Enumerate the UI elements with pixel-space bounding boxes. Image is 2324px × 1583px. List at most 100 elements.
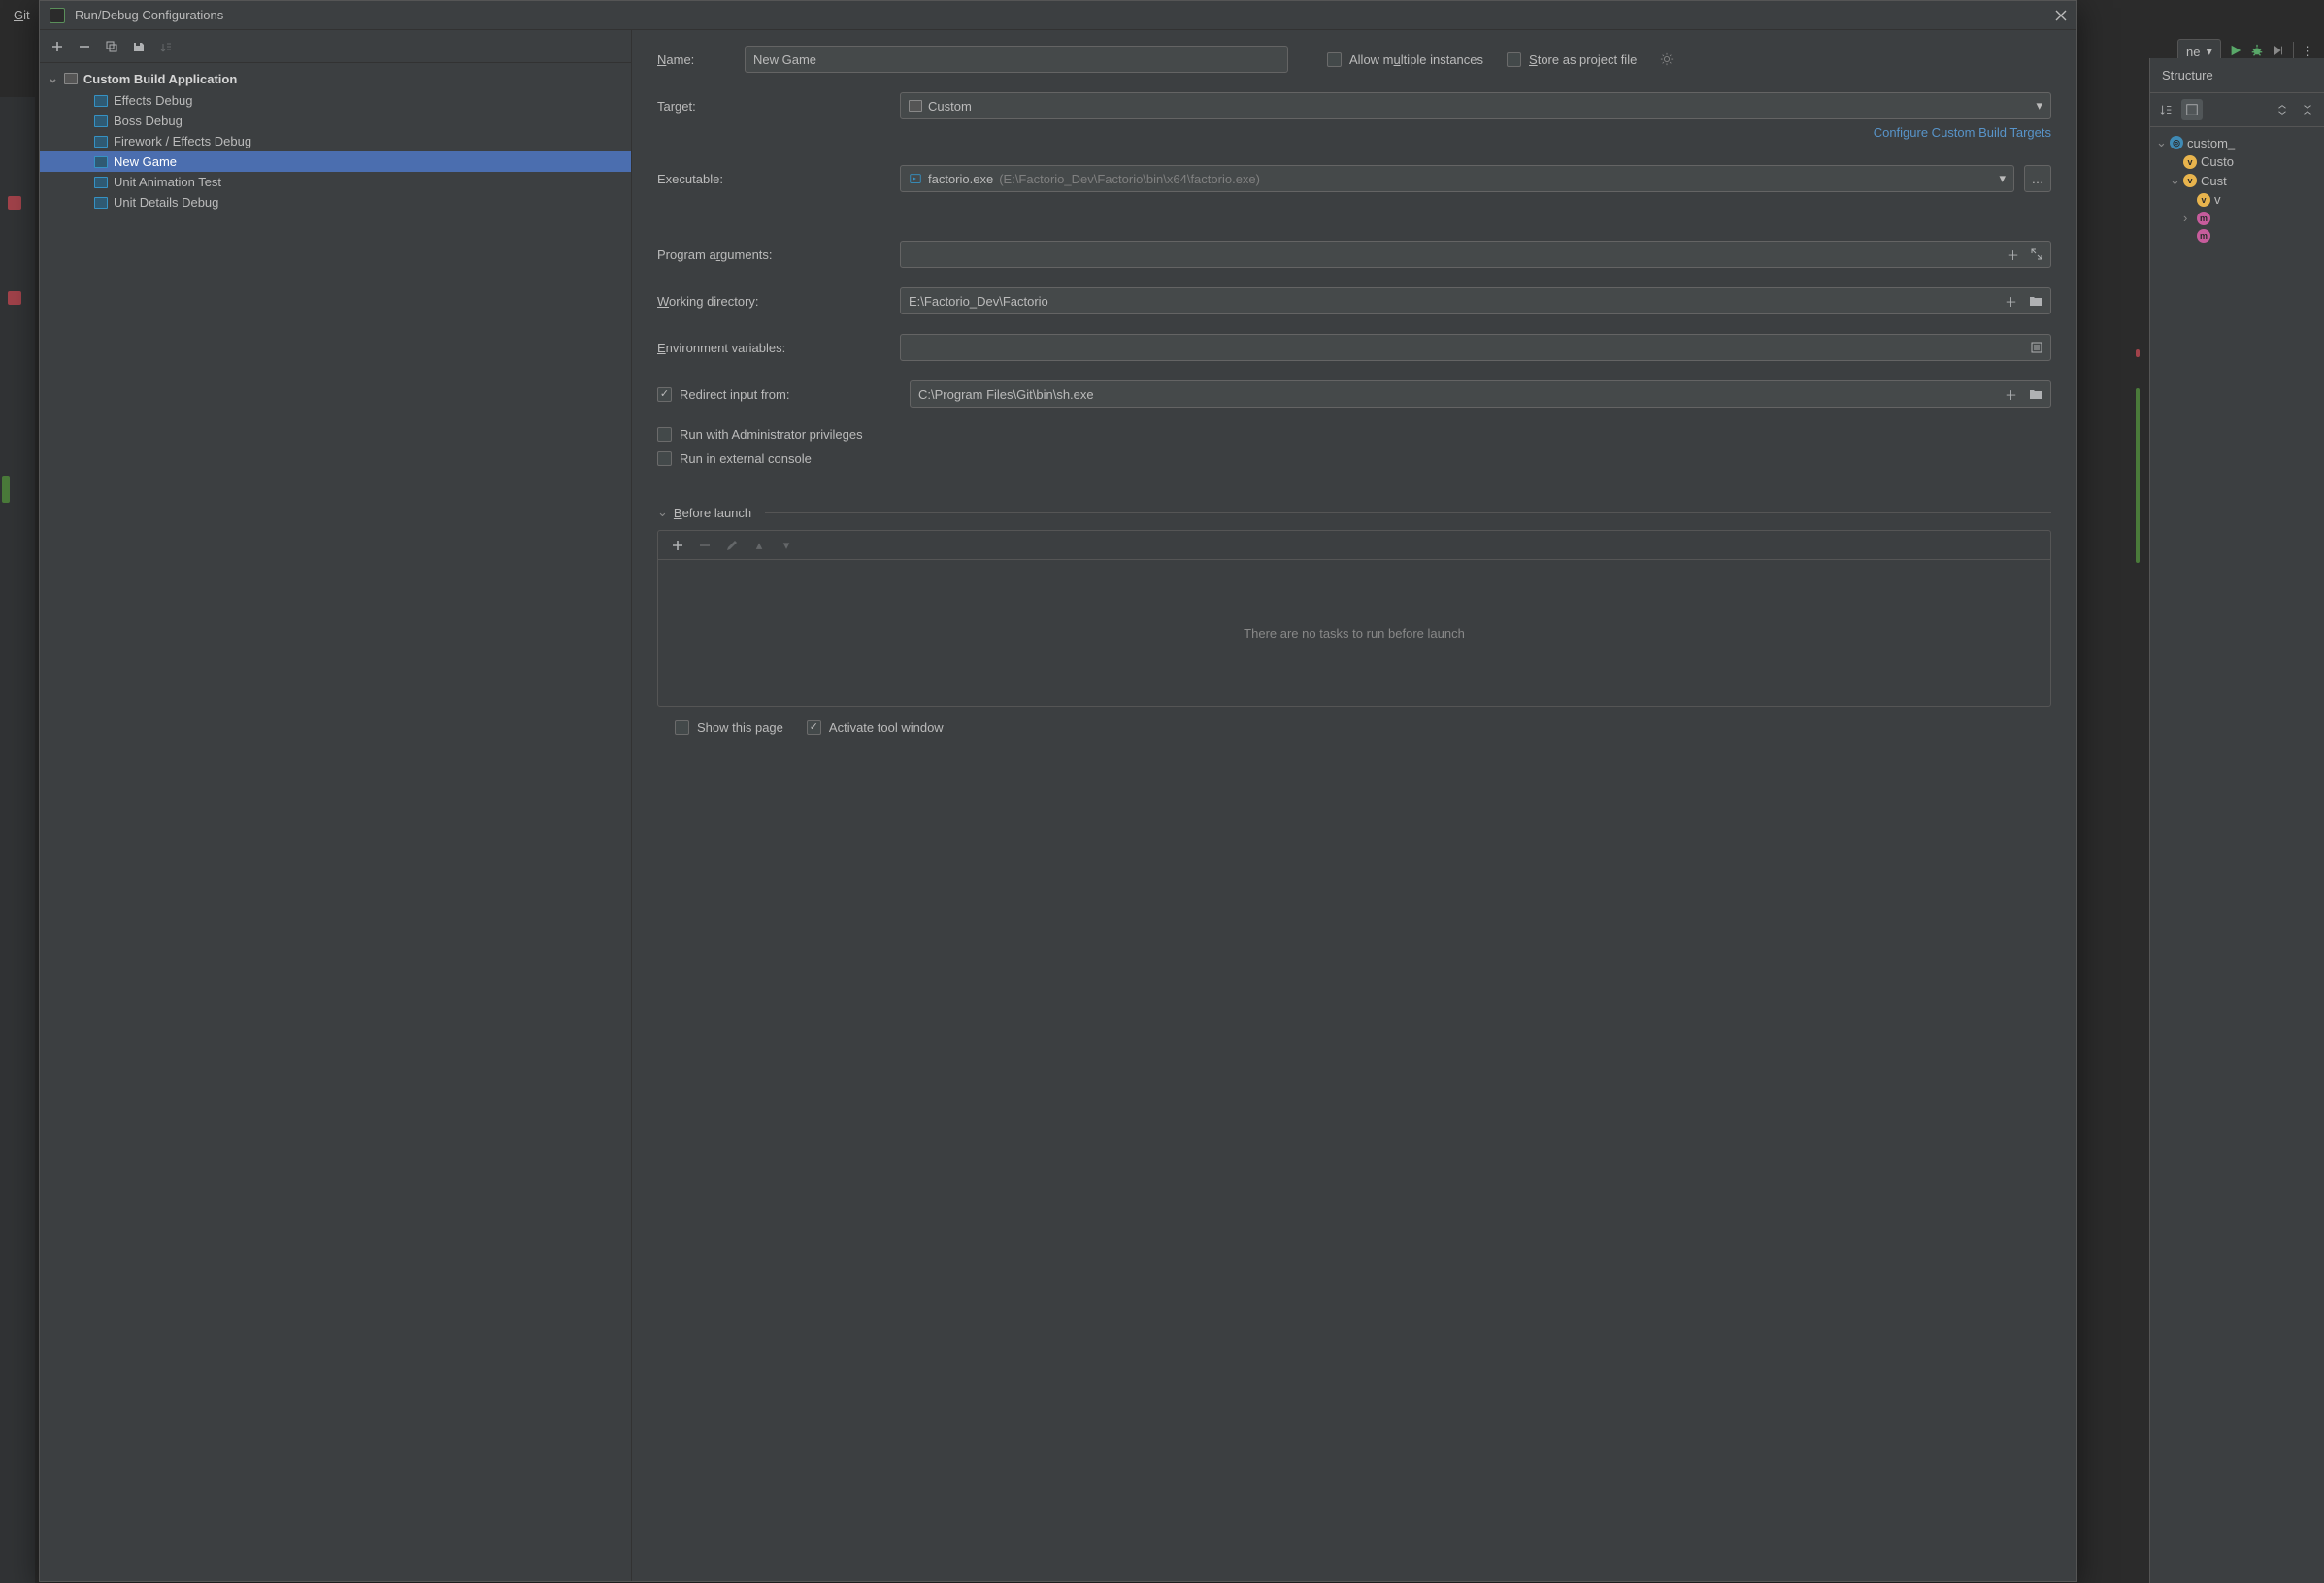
menu-git[interactable]: Git bbox=[8, 8, 36, 22]
args-field[interactable]: ＋ bbox=[900, 241, 2051, 268]
config-tree[interactable]: ⌄ Custom Build Application Effects Debug… bbox=[40, 63, 631, 1581]
expand-field-icon[interactable] bbox=[2031, 248, 2042, 260]
run-debug-config-dialog: Run/Debug Configurations ⌄ Custom Build … bbox=[39, 0, 2077, 1582]
config-icon bbox=[94, 197, 108, 209]
insert-macro-icon[interactable]: ＋ bbox=[2005, 385, 2017, 404]
run-admin-checkbox[interactable]: Run with Administrator privileges bbox=[657, 427, 863, 442]
exe-name: factorio.exe bbox=[928, 172, 993, 186]
structure-node[interactable]: ⌄◎custom_ bbox=[2150, 133, 2324, 152]
configure-targets-link[interactable]: Configure Custom Build Targets bbox=[1874, 125, 2051, 140]
chevron-down-icon[interactable]: ⌄ bbox=[657, 505, 668, 520]
sort-visibility-icon[interactable] bbox=[2181, 99, 2203, 120]
close-icon[interactable] bbox=[2055, 10, 2067, 21]
add-task-icon[interactable] bbox=[668, 536, 687, 555]
redirect-input-checkbox[interactable]: Redirect input from: bbox=[657, 387, 910, 402]
collapse-all-icon[interactable] bbox=[2297, 99, 2318, 120]
redir-input[interactable] bbox=[918, 387, 1993, 402]
args-row: Program arguments: ＋ bbox=[657, 241, 2051, 268]
args-input[interactable] bbox=[909, 247, 1995, 262]
expand-all-icon[interactable] bbox=[2272, 99, 2293, 120]
config-group-label: Custom Build Application bbox=[83, 72, 237, 86]
executable-label: Executable: bbox=[657, 172, 900, 186]
name-input[interactable] bbox=[753, 52, 1279, 67]
run-ext-console-checkbox[interactable]: Run in external console bbox=[657, 451, 812, 466]
config-item[interactable]: Firework / Effects Debug bbox=[40, 131, 631, 151]
target-label: Target: bbox=[657, 99, 900, 114]
editor-minimap-scrollbar[interactable] bbox=[2132, 97, 2145, 1544]
before-launch-header[interactable]: ⌄ Before launch bbox=[657, 505, 2051, 520]
structure-node[interactable]: vv bbox=[2150, 190, 2324, 209]
debug-icon[interactable] bbox=[2250, 44, 2264, 60]
vcs-change-marker bbox=[2, 476, 10, 503]
wd-input[interactable] bbox=[909, 294, 1993, 309]
insert-macro-icon[interactable]: ＋ bbox=[2005, 292, 2017, 311]
clion-app-icon bbox=[50, 8, 65, 23]
show-page-label: Show this page bbox=[697, 720, 783, 735]
executable-dropdown[interactable]: factorio.exe (E:\Factorio_Dev\Factorio\b… bbox=[900, 165, 2014, 192]
chevron-down-icon[interactable]: ⌄ bbox=[2156, 135, 2166, 150]
show-page-checkbox[interactable]: Show this page bbox=[675, 720, 783, 735]
move-down-icon: ▾ bbox=[777, 536, 796, 555]
env-field[interactable] bbox=[900, 334, 2051, 361]
ext-console-label: Run in external console bbox=[680, 451, 812, 466]
folder-icon[interactable] bbox=[2029, 388, 2042, 400]
move-up-icon: ▴ bbox=[749, 536, 769, 555]
config-group[interactable]: ⌄ Custom Build Application bbox=[40, 67, 631, 90]
run-icon[interactable] bbox=[2229, 44, 2242, 60]
name-field[interactable] bbox=[745, 46, 1288, 73]
env-row: Environment variables: bbox=[657, 334, 2051, 361]
target-icon bbox=[909, 100, 922, 112]
config-icon bbox=[94, 136, 108, 148]
run-with-coverage-icon[interactable] bbox=[2272, 44, 2285, 60]
chevron-down-icon[interactable]: ⌄ bbox=[48, 71, 58, 86]
config-item[interactable]: Effects Debug bbox=[40, 90, 631, 111]
add-config-icon[interactable] bbox=[48, 37, 67, 56]
structure-toolbar bbox=[2150, 93, 2324, 127]
list-icon[interactable] bbox=[2031, 342, 2042, 353]
chevron-down-icon[interactable]: ⌄ bbox=[2170, 173, 2179, 188]
chevron-down-icon[interactable]: ▾ bbox=[2036, 98, 2042, 114]
structure-node[interactable]: m bbox=[2150, 227, 2324, 245]
activate-tool-window-checkbox[interactable]: Activate tool window bbox=[807, 720, 944, 735]
store-as-file-checkbox[interactable]: Store as project file bbox=[1507, 52, 1637, 67]
config-icon bbox=[94, 95, 108, 107]
chevron-right-icon[interactable]: › bbox=[2183, 211, 2193, 225]
target-dropdown[interactable]: Custom ▾ bbox=[900, 92, 2051, 119]
structure-tree[interactable]: ⌄◎custom_ vCusto ⌄vCust vv ›m m bbox=[2150, 127, 2324, 250]
breakpoint-marker[interactable] bbox=[8, 196, 21, 210]
structure-node[interactable]: ⌄vCust bbox=[2150, 171, 2324, 190]
wd-row: Working directory: ＋ bbox=[657, 287, 2051, 314]
structure-title: Structure bbox=[2150, 58, 2324, 93]
before-launch-empty: There are no tasks to run before launch bbox=[658, 560, 2050, 706]
folder-icon[interactable] bbox=[2029, 295, 2042, 307]
name-row: Name: Allow multiple instances Store as … bbox=[657, 46, 2051, 73]
name-label: Name: bbox=[657, 52, 745, 67]
save-temp-config-icon[interactable] bbox=[129, 37, 149, 56]
structure-node[interactable]: ›m bbox=[2150, 209, 2324, 227]
more-icon[interactable]: ⋮ bbox=[2302, 44, 2314, 59]
config-item[interactable]: Unit Animation Test bbox=[40, 172, 631, 192]
editor-gutter bbox=[0, 97, 35, 1583]
run-config-name-trunc: ne bbox=[2186, 45, 2200, 59]
breakpoint-marker[interactable] bbox=[8, 291, 21, 305]
checkbox-icon bbox=[675, 720, 689, 735]
before-launch-box: ▴ ▾ There are no tasks to run before lau… bbox=[657, 530, 2051, 707]
wd-field[interactable]: ＋ bbox=[900, 287, 2051, 314]
structure-node[interactable]: vCusto bbox=[2150, 152, 2324, 171]
remove-config-icon[interactable] bbox=[75, 37, 94, 56]
config-item[interactable]: Boss Debug bbox=[40, 111, 631, 131]
browse-exe-button[interactable]: … bbox=[2024, 165, 2051, 192]
insert-macro-icon[interactable]: ＋ bbox=[2007, 246, 2019, 264]
copy-config-icon[interactable] bbox=[102, 37, 121, 56]
gear-icon[interactable] bbox=[1660, 52, 1674, 66]
sort-alpha-icon[interactable] bbox=[2156, 99, 2177, 120]
checkbox-icon bbox=[657, 451, 672, 466]
config-item[interactable]: Unit Details Debug bbox=[40, 192, 631, 213]
env-input[interactable] bbox=[909, 341, 2019, 355]
executable-row: Executable: factorio.exe (E:\Factorio_De… bbox=[657, 165, 2051, 192]
checkbox-icon bbox=[657, 387, 672, 402]
chevron-down-icon[interactable]: ▾ bbox=[1999, 171, 2006, 186]
redir-field[interactable]: ＋ bbox=[910, 380, 2051, 408]
allow-multiple-checkbox[interactable]: Allow multiple instances bbox=[1327, 52, 1483, 67]
config-item-selected[interactable]: New Game bbox=[40, 151, 631, 172]
